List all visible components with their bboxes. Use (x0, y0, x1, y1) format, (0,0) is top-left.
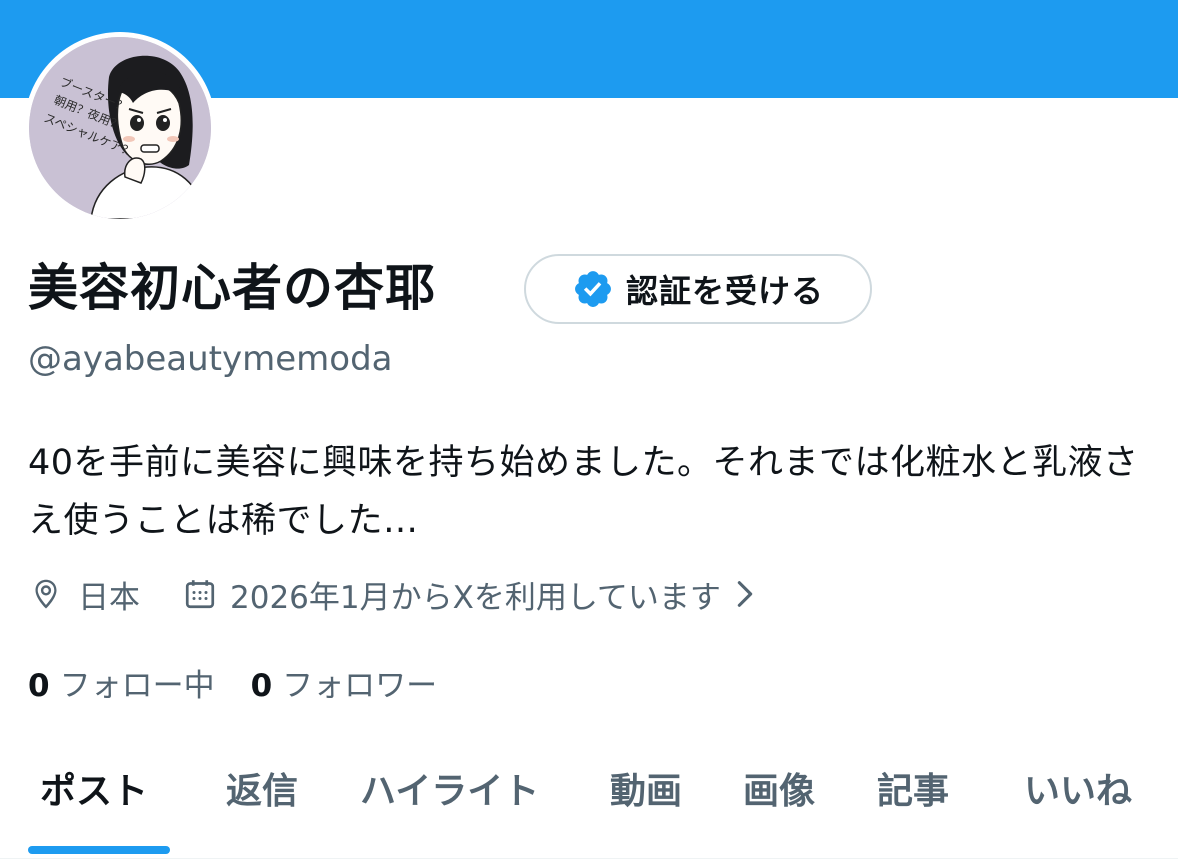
profile-joined-date[interactable]: 2026年1月からXを利用しています (230, 572, 721, 617)
tab-highlights[interactable]: ハイライト (360, 762, 539, 814)
followers-label: フォロワー (282, 667, 438, 704)
profile-handle: @ayabeautymemoda (28, 339, 393, 379)
following-label: フォロー中 (59, 667, 215, 704)
followers-count: 0 (250, 667, 273, 704)
get-verified-button[interactable]: 認証を受ける (524, 254, 872, 324)
calendar-icon (185, 580, 215, 609)
followers-link[interactable]: 0 フォロワー (251, 660, 438, 705)
tabs-divider (0, 858, 1178, 859)
tab-posts[interactable]: ポスト (40, 762, 148, 814)
tab-likes[interactable]: いいね (1024, 762, 1132, 814)
tab-media[interactable]: 画像 (743, 762, 815, 814)
verified-badge-icon (575, 271, 611, 307)
get-verified-label: 認証を受ける (625, 272, 824, 310)
profile-meta: 日本 2026年1月からXを利用しています (28, 570, 759, 618)
profile-bio: 40を手前に美容に興味を持ち始めました。それまでは化粧水と乳液さえ使うことは稀で… (28, 443, 1139, 541)
profile-tabs: ポスト 返信 ハイライト 動画 画像 記事 いいね (0, 740, 1178, 860)
display-name: 美容初心者の杏耶 (28, 259, 436, 317)
location-pin-icon (35, 579, 57, 609)
following-count: 0 (28, 667, 50, 704)
following-link[interactable]: 0 フォロー中 (28, 660, 215, 705)
active-tab-indicator (28, 846, 170, 854)
chevron-right-icon[interactable] (731, 577, 759, 611)
follow-stats: 0 フォロー中 0 フォロワー (28, 658, 437, 706)
avatar-illustration: ブースター？ 朝用？夜用？ スペシャルケア？ (29, 37, 211, 219)
tab-articles[interactable]: 記事 (877, 762, 949, 814)
tab-videos[interactable]: 動画 (610, 762, 682, 814)
avatar[interactable]: ブースター？ 朝用？夜用？ スペシャルケア？ (29, 37, 211, 219)
profile-location: 日本 (78, 579, 140, 616)
tab-replies[interactable]: 返信 (226, 762, 298, 814)
